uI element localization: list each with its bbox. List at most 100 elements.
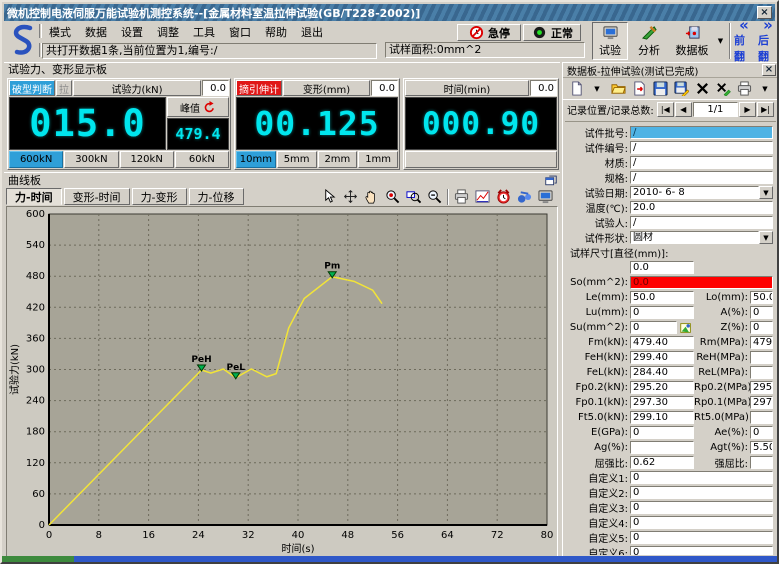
new-dropdown-icon[interactable]: ▼	[588, 80, 606, 98]
field-input[interactable]: 圆材	[630, 231, 759, 244]
field-input[interactable]: 0.62	[630, 456, 694, 469]
menu-item-调整[interactable]: 调整	[150, 23, 186, 41]
field-input[interactable]: 5.50	[750, 441, 773, 454]
field-input[interactable]: 2950	[750, 381, 773, 394]
force-time-chart-svg[interactable]: 0816243240485664728006012018024030036042…	[7, 207, 557, 556]
field-input[interactable]	[750, 351, 773, 364]
field-input[interactable]: 299.40	[630, 351, 694, 364]
print-icon[interactable]	[735, 80, 753, 98]
save-icon[interactable]	[651, 80, 669, 98]
data-board-close-icon[interactable]: ×	[762, 64, 776, 76]
zoom-window-icon[interactable]	[405, 188, 422, 205]
field-input[interactable]: 299.10	[630, 411, 694, 424]
field-input[interactable]	[750, 411, 773, 424]
range-button-10mm[interactable]: 10mm	[236, 151, 276, 168]
field-input[interactable]: 0	[750, 306, 773, 319]
field-input[interactable]: 2970	[750, 396, 773, 409]
field-input[interactable]: /	[630, 171, 773, 184]
zoom-in-icon[interactable]	[384, 188, 401, 205]
databoard-dropdown-icon[interactable]: ▼	[715, 32, 726, 50]
menu-item-窗口[interactable]: 窗口	[222, 23, 258, 41]
restore-window-icon[interactable]	[544, 174, 558, 186]
tab-力-位移[interactable]: 力-位移	[189, 188, 244, 205]
display-icon[interactable]	[537, 188, 554, 205]
tab-力-时间[interactable]: 力-时间	[6, 188, 62, 205]
cursor-icon[interactable]	[321, 188, 338, 205]
clear-icon[interactable]	[714, 80, 732, 98]
field-input[interactable]: 297.30	[630, 396, 694, 409]
prev-record-button[interactable]: ◀	[675, 102, 692, 117]
range-button-5mm[interactable]: 5mm	[277, 151, 317, 168]
range-button-600kN[interactable]: 600kN	[9, 151, 63, 168]
print-dropdown-icon[interactable]: ▼	[756, 80, 774, 98]
analyze-button[interactable]: 分析	[631, 22, 667, 60]
menu-item-退出[interactable]: 退出	[294, 23, 330, 41]
field-input[interactable]: 0.0	[630, 276, 773, 289]
field-input[interactable]: 2010- 6- 8	[630, 186, 759, 199]
tab-变形-时间[interactable]: 变形-时间	[64, 188, 130, 205]
field-input[interactable]: 479.40	[630, 336, 694, 349]
field-input[interactable]: 0	[630, 516, 773, 529]
field-input[interactable]: /	[630, 126, 773, 139]
new-file-icon[interactable]	[567, 80, 585, 98]
range-button-60kN[interactable]: 60kN	[175, 151, 229, 168]
print-chart-icon[interactable]	[453, 188, 470, 205]
field-input[interactable]: 0	[630, 486, 773, 499]
field-input[interactable]: 284.40	[630, 366, 694, 379]
field-input[interactable]	[630, 441, 694, 454]
page-prev-button[interactable]: « 前翻	[733, 22, 755, 60]
field-input[interactable]: 0	[630, 531, 773, 544]
field-input[interactable]: 0.0	[630, 261, 694, 274]
next-record-button[interactable]: ▶	[739, 102, 756, 117]
field-input[interactable]: 0	[630, 306, 694, 319]
field-input[interactable]: /	[630, 216, 773, 229]
open-file-icon[interactable]	[609, 80, 627, 98]
chart-settings-icon[interactable]	[474, 188, 491, 205]
range-button-2mm[interactable]: 2mm	[318, 151, 358, 168]
dropdown-icon[interactable]: ▼	[759, 231, 773, 244]
extensometer-button[interactable]: 摘引伸计	[236, 80, 282, 96]
zoom-out-icon[interactable]	[426, 188, 443, 205]
field-input[interactable]: /	[630, 156, 773, 169]
menu-item-工具[interactable]: 工具	[186, 23, 222, 41]
range-button-1mm[interactable]: 1mm	[358, 151, 398, 168]
field-input[interactable]: 0	[630, 321, 677, 334]
first-record-button[interactable]: |◀	[657, 102, 674, 117]
field-input[interactable]: 0	[750, 426, 773, 439]
menu-item-帮助[interactable]: 帮助	[258, 23, 294, 41]
field-input[interactable]: 0	[630, 546, 773, 555]
field-input[interactable]: 0	[630, 471, 773, 484]
normal-status-button[interactable]: 正常	[523, 24, 581, 41]
calc-icon[interactable]	[679, 321, 694, 335]
test-button[interactable]: 试验	[592, 22, 628, 60]
tab-力-变形[interactable]: 力-变形	[132, 188, 187, 205]
field-input[interactable]: 0	[630, 501, 773, 514]
emergency-stop-button[interactable]: 急停	[457, 24, 521, 41]
page-next-button[interactable]: » 后翻	[757, 22, 779, 60]
peak-reset-icon[interactable]	[203, 101, 216, 114]
field-input[interactable]: 0	[630, 426, 694, 439]
pull-button[interactable]: 拉	[56, 80, 72, 96]
delete-icon[interactable]	[693, 80, 711, 98]
menu-item-数据[interactable]: 数据	[78, 23, 114, 41]
menu-item-设置[interactable]: 设置	[114, 23, 150, 41]
field-input[interactable]: 295.20	[630, 381, 694, 394]
field-input[interactable]: 20.0	[630, 201, 773, 214]
last-record-button[interactable]: ▶|	[757, 102, 774, 117]
field-input[interactable]	[750, 366, 773, 379]
pan-hand-icon[interactable]	[363, 188, 380, 205]
save-as-icon[interactable]	[672, 80, 690, 98]
trace-icon[interactable]	[516, 188, 533, 205]
range-button-120kN[interactable]: 120kN	[120, 151, 174, 168]
field-input[interactable]: 50.0	[630, 291, 694, 304]
menu-item-模式[interactable]: 模式	[42, 23, 78, 41]
field-input[interactable]: /	[630, 141, 773, 154]
range-button-300kN[interactable]: 300kN	[64, 151, 118, 168]
export-icon[interactable]	[630, 80, 648, 98]
field-input[interactable]	[750, 456, 773, 469]
field-input[interactable]: 50.0	[750, 291, 773, 304]
break-judge-button[interactable]: 破型判断	[9, 80, 55, 96]
databoard-button[interactable]: 数据板	[670, 22, 714, 60]
field-input[interactable]: 4794	[750, 336, 773, 349]
dropdown-icon[interactable]: ▼	[759, 186, 773, 199]
